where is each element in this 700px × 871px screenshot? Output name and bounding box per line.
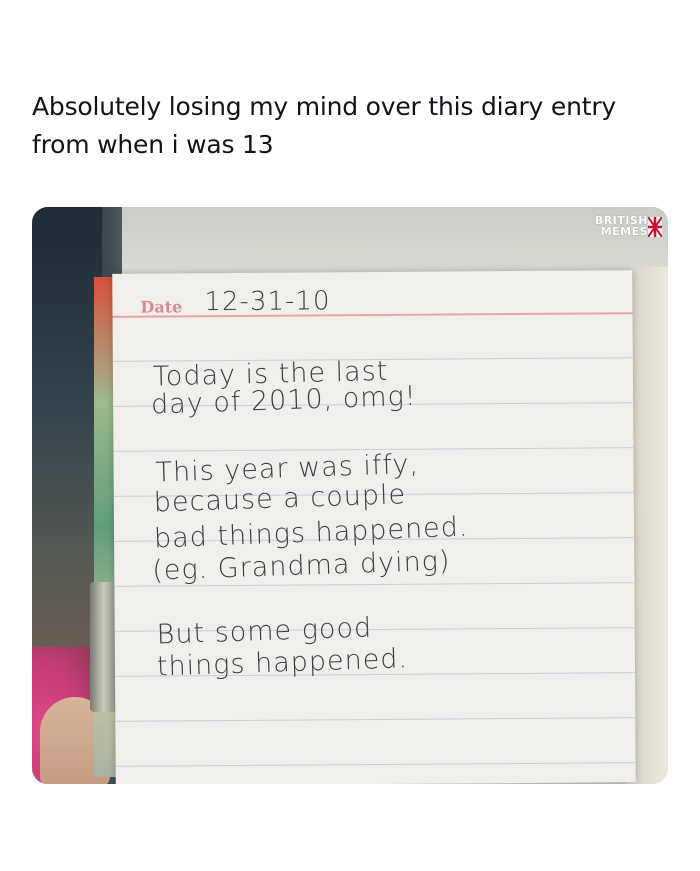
post-caption: Absolutely losing my mind over this diar… [32, 88, 672, 164]
diary-page: Date 12-31-10 Today is the last day of 2… [112, 270, 636, 784]
caption-line-1: Absolutely losing my mind over this diar… [32, 92, 616, 121]
ruled-line [115, 717, 636, 722]
date-label: Date [140, 297, 183, 317]
union-flag-icon [648, 217, 662, 237]
caption-line-2: from when i was 13 [32, 130, 274, 159]
ruled-line [115, 762, 636, 767]
date-value: 12-31-10 [204, 286, 331, 318]
diary-photo[interactable]: Date 12-31-10 Today is the last day of 2… [32, 207, 668, 784]
watermark-line-2: MEMES [600, 225, 648, 238]
watermark-logo: BRITISH MEMES [595, 215, 648, 237]
header-rule [112, 312, 633, 318]
